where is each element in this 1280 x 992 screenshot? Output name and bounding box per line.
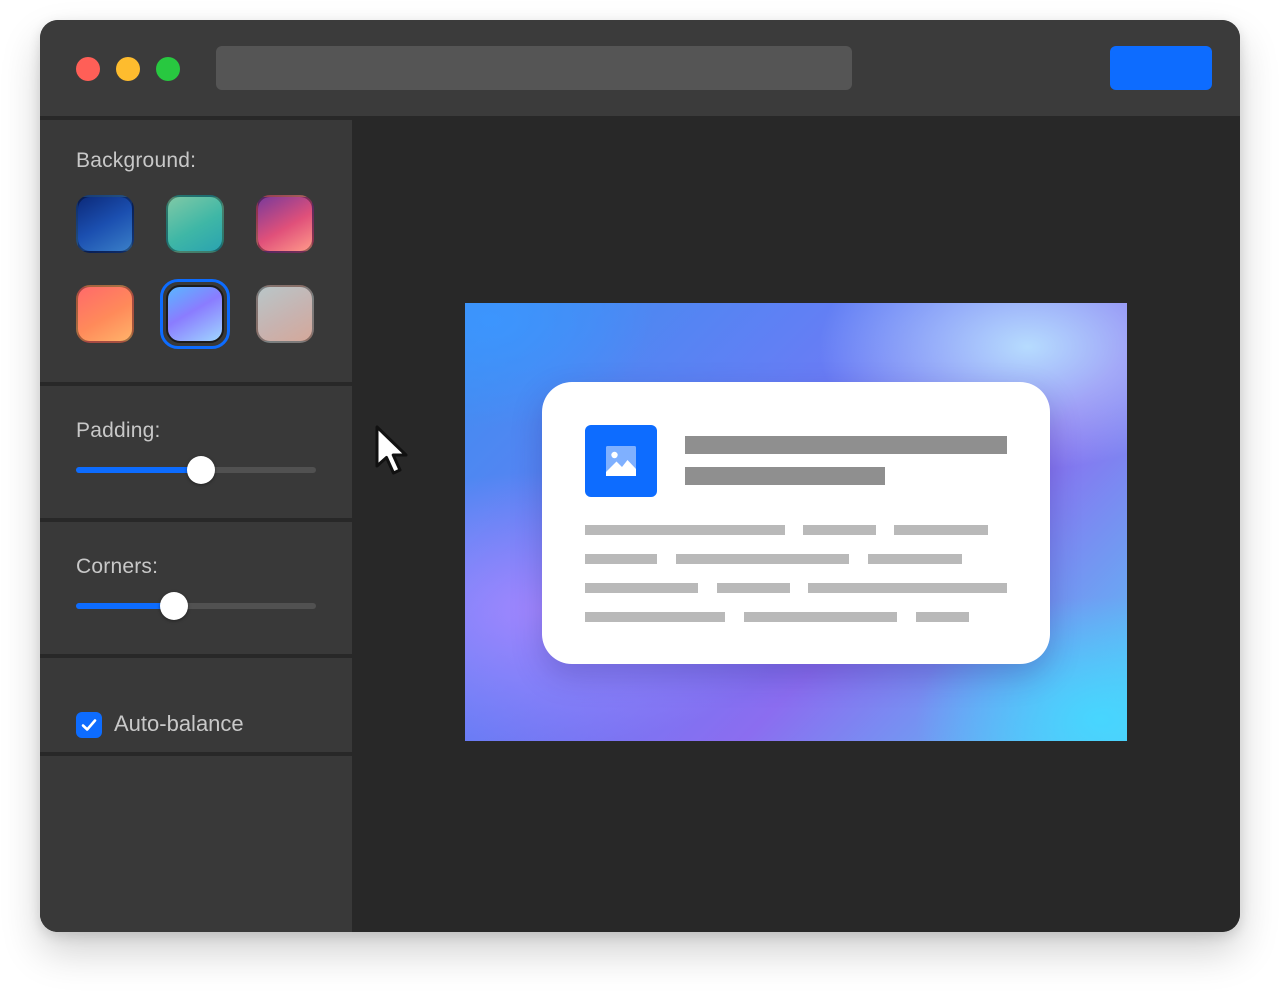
padding-slider-fill (76, 467, 201, 473)
mouse-pointer-icon (375, 425, 408, 475)
image-icon (585, 425, 657, 497)
corners-panel: Corners: (40, 522, 352, 654)
corners-slider[interactable] (76, 592, 316, 620)
background-panel: Background: (40, 120, 352, 382)
primary-action-button[interactable] (1110, 46, 1212, 90)
minimize-window-button[interactable] (116, 57, 140, 81)
background-swatch-mint[interactable] (166, 195, 224, 253)
app-window: Background: Padding: Corners: Auto-balan… (40, 20, 1240, 932)
card-text-line (717, 583, 790, 593)
settings-sidebar: Background: Padding: Corners: Auto-balan… (40, 116, 352, 932)
padding-slider-thumb[interactable] (186, 456, 215, 484)
card-text-line (585, 612, 725, 622)
address-bar[interactable] (216, 46, 852, 90)
card-text-line (803, 525, 876, 535)
checkmark-icon (81, 719, 97, 731)
background-label: Background: (76, 149, 197, 172)
background-swatch-deep-ocean[interactable] (76, 195, 134, 253)
background-swatch-sunset-pink[interactable] (256, 195, 314, 253)
titlebar (40, 20, 1240, 116)
padding-panel: Padding: (40, 386, 352, 518)
auto-balance-panel: Auto-balance (40, 658, 352, 752)
card-text-line (744, 612, 897, 622)
corners-label: Corners: (76, 555, 159, 578)
canvas-area[interactable] (352, 116, 1240, 932)
card-text-line (894, 525, 988, 535)
close-window-button[interactable] (76, 57, 100, 81)
maximize-window-button[interactable] (156, 57, 180, 81)
empty-panel (40, 756, 352, 932)
card-text-line (868, 554, 962, 564)
background-swatch-aurora[interactable] (166, 285, 224, 343)
preview-card (542, 382, 1050, 664)
card-text-line (585, 525, 785, 535)
card-text-line (585, 583, 698, 593)
auto-balance-checkbox[interactable] (76, 712, 102, 738)
background-swatch-coral[interactable] (76, 285, 134, 343)
image-glyph-icon (606, 446, 636, 476)
card-title-line (685, 436, 1007, 454)
card-text-line (585, 554, 657, 564)
card-text-line (676, 554, 849, 564)
corners-slider-thumb[interactable] (160, 592, 189, 620)
auto-balance-label[interactable]: Auto-balance (114, 711, 244, 737)
padding-label: Padding: (76, 419, 161, 442)
padding-slider[interactable] (76, 456, 316, 484)
card-text-line (916, 612, 969, 622)
background-swatch-mist[interactable] (256, 285, 314, 343)
card-text-line (808, 583, 1007, 593)
preview-image[interactable] (465, 303, 1127, 741)
card-title-line (685, 467, 885, 485)
